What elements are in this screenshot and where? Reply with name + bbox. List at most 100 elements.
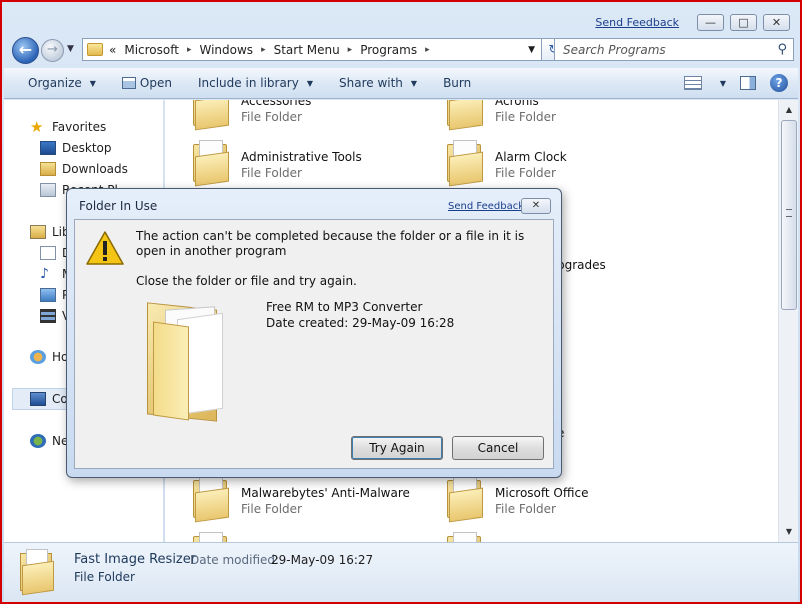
folder-icon (20, 549, 56, 596)
folder-icon (447, 100, 485, 131)
folder-icon (193, 476, 231, 523)
nav-network[interactable]: Ne (30, 434, 68, 448)
file-item-partial-row[interactable] (193, 532, 231, 542)
nav-computer[interactable]: Co (30, 392, 68, 406)
file-type: File Folder (495, 502, 556, 516)
dialog-send-feedback-link[interactable]: Send Feedback (448, 201, 524, 212)
cancel-button[interactable]: Cancel (452, 436, 544, 460)
minimize-button[interactable]: — (697, 13, 724, 31)
preview-pane-icon[interactable] (740, 76, 756, 90)
folder-icon (447, 476, 485, 523)
file-item-accessories[interactable]: Accessories File Folder (193, 100, 311, 131)
send-feedback-link[interactable]: Send Feedback (595, 16, 679, 29)
folder-icon (193, 532, 231, 542)
file-name: pgrades (557, 258, 606, 272)
maximize-button[interactable]: □ (730, 13, 757, 31)
try-again-button[interactable]: Try Again (351, 436, 443, 460)
nav-favorites-label: Favorites (52, 120, 107, 134)
search-box[interactable]: ⚲ (554, 38, 794, 61)
dialog-instruction: Close the folder or file and try again. (136, 274, 357, 288)
chevron-down-icon: ▼ (410, 78, 418, 88)
address-dropdown-icon[interactable]: ▼ (528, 45, 535, 55)
details-modified-value: 29-May-09 16:27 (271, 553, 374, 567)
music-note-icon: ♪ (40, 266, 49, 282)
file-type: File Folder (495, 110, 556, 124)
breadcrumb-microsoft[interactable]: Microsoft (124, 43, 179, 57)
scroll-thumb[interactable] (781, 120, 797, 310)
open-button[interactable]: Open (121, 76, 172, 90)
scroll-up-arrow-icon[interactable]: ▲ (781, 102, 797, 118)
recent-pages-dropdown-icon[interactable]: ▼ (67, 44, 74, 54)
nav-library-pictures[interactable]: P (40, 288, 69, 302)
breadcrumb-separator-icon[interactable]: ▸ (425, 45, 430, 55)
details-pane: Fast Image Resizer Date modified: 29-May… (4, 542, 798, 602)
computer-icon (30, 392, 46, 406)
film-strip-icon (40, 309, 56, 323)
scroll-down-arrow-icon[interactable]: ▼ (781, 524, 797, 540)
breadcrumb-windows[interactable]: Windows (199, 43, 253, 57)
forward-arrow-icon[interactable]: → (41, 39, 64, 62)
breadcrumb-overflow[interactable]: « (109, 43, 116, 57)
breadcrumb-separator-icon[interactable]: ▸ (187, 45, 192, 55)
file-item-partial-row[interactable] (447, 532, 485, 542)
file-type: File Folder (495, 166, 556, 180)
include-in-library-button[interactable]: Include in library ▼ (198, 76, 313, 90)
file-type: File Folder (241, 166, 302, 180)
breadcrumb-programs[interactable]: Programs (360, 43, 417, 57)
view-options-chevron-icon[interactable]: ▼ (720, 79, 726, 88)
breadcrumb-separator-icon[interactable]: ▸ (348, 45, 353, 55)
nav-homegroup[interactable]: Ho (30, 350, 68, 364)
libraries-icon (30, 225, 46, 239)
file-item-acronis[interactable]: Acronis File Folder (447, 100, 556, 131)
dialog-body: The action can't be completed because th… (74, 219, 554, 469)
folder-icon (447, 140, 485, 187)
share-with-button[interactable]: Share with ▼ (339, 76, 417, 90)
vertical-scrollbar[interactable]: ▲ ▼ (778, 100, 798, 542)
file-item-microsoft-office[interactable]: Microsoft Office File Folder (447, 476, 589, 523)
folder-icon (193, 140, 231, 187)
back-arrow-icon[interactable]: ← (12, 37, 39, 64)
file-item-partial-upgrades[interactable]: pgrades (557, 248, 606, 272)
dialog-title: Folder In Use (79, 199, 158, 213)
dialog-message: The action can't be completed because th… (136, 229, 525, 258)
star-icon: ★ (30, 118, 44, 136)
chevron-down-icon: ▼ (89, 78, 96, 88)
file-item-alarm-clock[interactable]: Alarm Clock File Folder (447, 140, 567, 187)
open-icon (121, 77, 136, 89)
address-row: ← → ▼ « Microsoft ▸ Windows ▸ Start Menu… (10, 36, 794, 64)
file-name: Microsoft Office (495, 486, 589, 500)
grip-icon (786, 209, 792, 217)
organize-button[interactable]: Organize ▼ (28, 76, 96, 90)
nav-desktop[interactable]: Desktop (40, 141, 112, 155)
change-view-icon[interactable] (683, 76, 702, 90)
file-item-malwarebytes[interactable]: Malwarebytes' Anti-Malware File Folder (193, 476, 410, 523)
nav-downloads[interactable]: Downloads (40, 162, 128, 176)
nav-desktop-label: Desktop (62, 141, 112, 155)
file-item-administrative-tools[interactable]: Administrative Tools File Folder (193, 140, 362, 187)
details-modified-label: Date modified: (190, 553, 280, 567)
search-icon[interactable]: ⚲ (777, 42, 787, 57)
burn-label: Burn (443, 76, 472, 90)
address-bar[interactable]: « Microsoft ▸ Windows ▸ Start Menu ▸ Pro… (82, 38, 542, 61)
close-button[interactable]: ✕ (763, 13, 790, 31)
command-bar: Organize ▼ Open Include in library ▼ Sha… (4, 68, 798, 99)
search-input[interactable] (561, 41, 761, 58)
caption-buttons: Send Feedback — □ ✕ (595, 12, 790, 32)
folder-icon (447, 532, 485, 542)
file-type: File Folder (241, 110, 302, 124)
folder-icon (147, 298, 243, 422)
downloads-folder-icon (40, 162, 56, 176)
folder-in-use-dialog: Folder In Use Send Feedback ✕ The action… (66, 188, 562, 478)
desktop-icon (40, 141, 56, 155)
explorer-window: Send Feedback — □ ✕ ← → ▼ « Microsoft ▸ … (0, 0, 802, 604)
nav-favorites[interactable]: ★ Favorites (30, 118, 107, 136)
warning-icon (86, 231, 124, 265)
dialog-close-button[interactable]: ✕ (521, 198, 551, 214)
help-icon[interactable]: ? (770, 74, 788, 92)
burn-button[interactable]: Burn (443, 76, 471, 90)
documents-icon (40, 246, 56, 260)
breadcrumb-start-menu[interactable]: Start Menu (274, 43, 340, 57)
breadcrumb-separator-icon[interactable]: ▸ (261, 45, 266, 55)
dialog-item-name: Free RM to MP3 Converter (266, 300, 423, 314)
chevron-down-icon: ▼ (306, 78, 313, 88)
